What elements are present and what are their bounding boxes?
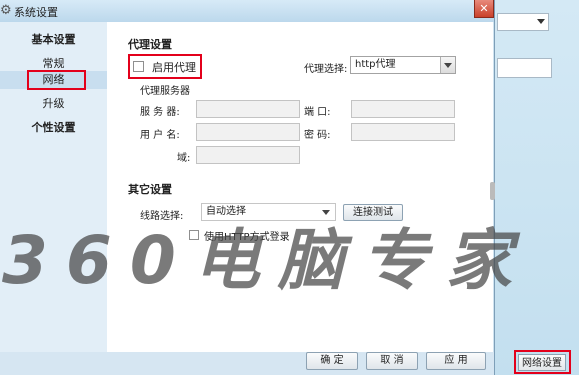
scrollbar-thumb[interactable] bbox=[490, 182, 495, 200]
proxy-type-value: http代理 bbox=[355, 59, 396, 70]
connection-test-button[interactable]: 连接测试 bbox=[343, 204, 403, 221]
password-label: 密 码: bbox=[304, 130, 331, 141]
route-label: 线路选择: bbox=[140, 211, 184, 222]
chevron-down-icon bbox=[440, 57, 455, 73]
settings-content: 代理设置 启用代理 代理选择: http代理 代理服务器 服 务 器: 端 口:… bbox=[107, 22, 493, 352]
server-label: 服 务 器: bbox=[140, 107, 180, 118]
sidebar: 基本设置 常规 网络 升级 个性设置 bbox=[0, 22, 107, 352]
http-login-label: 使用HTTP方式登录 bbox=[204, 232, 290, 243]
sidebar-heading-personal[interactable]: 个性设置 bbox=[0, 119, 107, 135]
gear-icon: ⚙ bbox=[0, 3, 12, 18]
close-button[interactable]: ✕ bbox=[474, 0, 494, 18]
port-label: 端 口: bbox=[304, 107, 331, 118]
route-value: 自动选择 bbox=[206, 206, 246, 217]
background-window bbox=[494, 0, 579, 375]
settings-dialog: ⚙ 系统设置 ✕ 基本设置 常规 网络 升级 个性设置 代理设置 启用代理 代理… bbox=[0, 0, 495, 375]
password-input[interactable] bbox=[351, 123, 455, 141]
network-settings-button[interactable]: 网络设置 bbox=[518, 354, 566, 371]
dialog-footer: 确 定 取 消 应 用 bbox=[0, 352, 494, 375]
username-label: 用 户 名: bbox=[140, 130, 180, 141]
server-input[interactable] bbox=[196, 100, 300, 118]
enable-proxy-label: 启用代理 bbox=[152, 61, 196, 74]
sidebar-heading-basic[interactable]: 基本设置 bbox=[0, 31, 107, 47]
proxy-select-label: 代理选择: bbox=[304, 64, 348, 75]
title-bar: ⚙ 系统设置 ✕ bbox=[0, 0, 494, 22]
route-select[interactable]: 自动选择 bbox=[201, 203, 336, 221]
proxy-section-title: 代理设置 bbox=[128, 38, 172, 51]
other-section-title: 其它设置 bbox=[128, 183, 172, 196]
proxy-type-select[interactable]: http代理 bbox=[350, 56, 456, 74]
proxy-server-title: 代理服务器 bbox=[140, 86, 190, 97]
chevron-down-icon bbox=[537, 19, 545, 24]
domain-label: 域: bbox=[177, 153, 191, 164]
enable-proxy-checkbox[interactable] bbox=[133, 61, 144, 72]
chevron-down-icon bbox=[322, 210, 330, 215]
cancel-button[interactable]: 取 消 bbox=[366, 352, 418, 370]
apply-button[interactable]: 应 用 bbox=[426, 352, 486, 370]
sidebar-item-general[interactable]: 常规 bbox=[0, 55, 107, 71]
http-login-checkbox[interactable] bbox=[189, 230, 199, 240]
sidebar-item-network[interactable]: 网络 bbox=[0, 71, 107, 89]
background-dropdown[interactable] bbox=[497, 13, 549, 31]
window-title: 系统设置 bbox=[14, 6, 58, 19]
username-input[interactable] bbox=[196, 123, 300, 141]
domain-input[interactable] bbox=[196, 146, 300, 164]
sidebar-item-upgrade[interactable]: 升级 bbox=[0, 95, 107, 111]
ok-button[interactable]: 确 定 bbox=[306, 352, 358, 370]
port-input[interactable] bbox=[351, 100, 455, 118]
background-input[interactable] bbox=[497, 58, 552, 78]
